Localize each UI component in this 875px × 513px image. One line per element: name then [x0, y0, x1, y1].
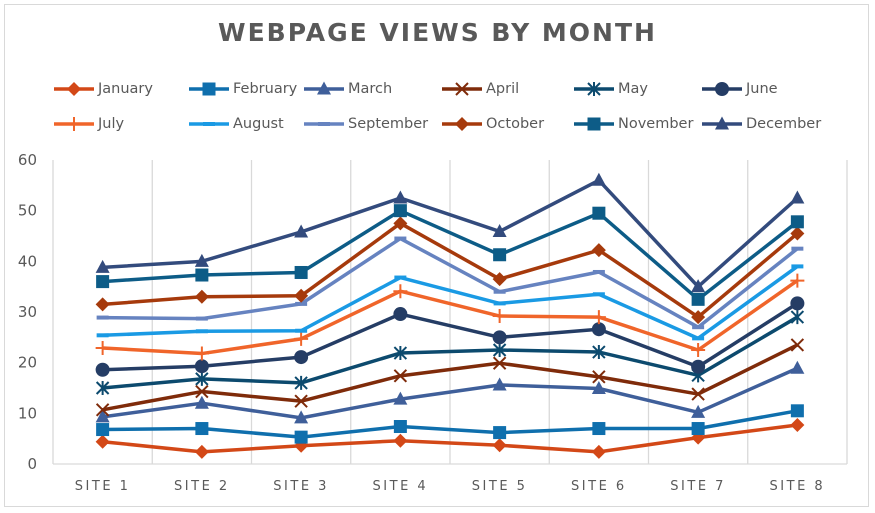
- x-tick-label: SITE 5: [472, 479, 528, 494]
- y-tick-label: 0: [27, 455, 37, 473]
- y-tick-label: 10: [18, 404, 37, 422]
- data-point-june: [95, 362, 110, 377]
- data-point-january: [393, 433, 408, 448]
- x-tick-label: SITE 3: [273, 479, 329, 494]
- data-point-february: [691, 422, 705, 436]
- plot-area: 0102030405060 SITE 1 SITE 2 SITE 3 SITE 4 SI…: [18, 151, 848, 494]
- data-point-october: [492, 272, 507, 287]
- data-point-october: [194, 289, 209, 304]
- data-point-february: [195, 422, 209, 436]
- x-tick-label: SITE 4: [373, 479, 429, 494]
- data-point-june: [691, 359, 706, 374]
- y-tick-label: 30: [18, 303, 37, 321]
- x-tick-label: SITE 1: [75, 479, 131, 494]
- data-point-november: [592, 206, 606, 220]
- data-point-november: [195, 268, 209, 282]
- x-axis-ticks: SITE 1 SITE 2 SITE 3 SITE 4 SITE 5 SITE 6 SITE…: [75, 479, 826, 494]
- data-point-february: [393, 420, 407, 434]
- y-tick-label: 60: [18, 151, 37, 169]
- data-point-january: [790, 417, 805, 432]
- data-point-june: [393, 307, 408, 322]
- x-tick-label: SITE 2: [174, 479, 230, 494]
- data-point-november: [294, 265, 308, 279]
- y-tick-label: 50: [18, 202, 37, 220]
- data-point-november: [393, 204, 407, 218]
- data-point-june: [294, 350, 309, 365]
- data-point-july: [95, 340, 110, 355]
- data-point-june: [591, 322, 606, 337]
- data-point-november: [790, 215, 804, 229]
- data-point-january: [492, 438, 507, 453]
- data-point-july: [294, 331, 309, 346]
- data-point-december: [393, 190, 408, 204]
- data-point-february: [592, 422, 606, 436]
- x-tick-label: SITE 8: [770, 479, 826, 494]
- data-point-june: [194, 359, 209, 374]
- x-tick-label: SITE 6: [571, 479, 627, 494]
- data-point-december: [591, 172, 606, 186]
- data-point-november: [96, 275, 110, 289]
- data-point-february: [493, 426, 507, 440]
- y-tick-label: 20: [18, 354, 37, 372]
- data-point-february: [96, 423, 110, 437]
- gridlines: [52, 160, 848, 465]
- y-tick-label: 40: [18, 252, 37, 270]
- x-tick-label: SITE 7: [670, 479, 726, 494]
- data-point-january: [591, 444, 606, 459]
- data-point-november: [691, 292, 705, 306]
- data-point-december: [790, 190, 805, 204]
- data-point-may: [790, 310, 805, 325]
- data-point-july: [591, 310, 606, 325]
- data-point-june: [790, 296, 805, 311]
- y-axis-ticks: 0 10 20 30 40 50 60: [18, 151, 37, 473]
- data-point-february: [790, 404, 804, 418]
- data-point-july: [492, 309, 507, 324]
- data-point-february: [294, 430, 308, 444]
- data-point-june: [492, 330, 507, 345]
- data-point-january: [95, 434, 110, 449]
- data-point-october: [95, 297, 110, 312]
- data-point-january: [194, 444, 209, 459]
- data-point-july: [194, 346, 209, 361]
- data-point-july: [393, 284, 408, 299]
- data-point-march: [790, 360, 805, 374]
- data-point-april: [790, 338, 805, 352]
- data-point-november: [493, 248, 507, 262]
